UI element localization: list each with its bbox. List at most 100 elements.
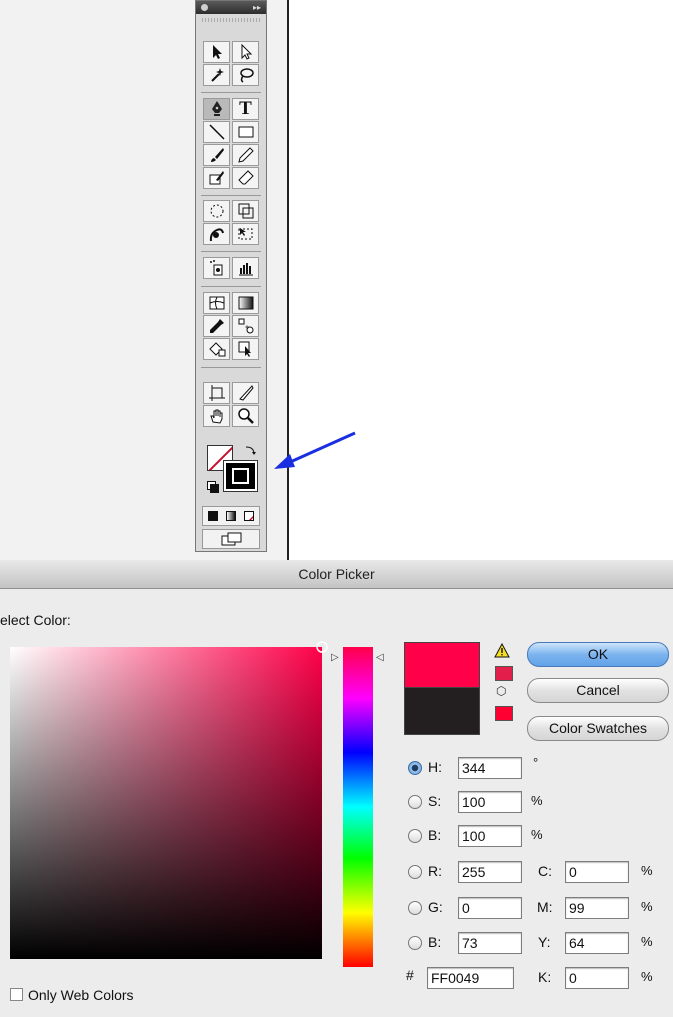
artboard-tool[interactable] [203, 382, 230, 404]
current-color-preview[interactable] [404, 687, 480, 735]
red-input[interactable]: 255 [458, 861, 522, 883]
web-safe-cube-icon[interactable]: ⬡ [496, 684, 506, 698]
type-tool[interactable]: T [232, 98, 259, 120]
lasso-icon [239, 68, 254, 83]
live-paint-bucket-tool[interactable] [203, 338, 230, 360]
blue-radio[interactable] [408, 936, 422, 950]
gradient-mode-icon[interactable] [226, 511, 236, 521]
saturation-brightness-field[interactable] [10, 641, 328, 959]
paintbrush-tool[interactable] [203, 144, 230, 166]
brightness-input[interactable]: 100 [458, 825, 522, 847]
live-paint-selection-tool[interactable] [232, 338, 259, 360]
magnifier-icon [237, 408, 254, 424]
gamut-color-swatch[interactable] [495, 666, 513, 681]
selection-tool[interactable] [203, 41, 230, 63]
percent-unit: % [641, 863, 653, 878]
magic-wand-tool[interactable] [203, 64, 230, 86]
hue-label: H: [428, 759, 442, 775]
cyan-input[interactable]: 0 [565, 861, 629, 883]
hue-radio[interactable] [408, 761, 422, 775]
blend-icon [238, 318, 253, 334]
percent-unit: % [531, 827, 543, 842]
saturation-input[interactable]: 100 [458, 791, 522, 813]
paintbrush-icon [210, 148, 224, 162]
direct-selection-tool[interactable] [232, 41, 259, 63]
color-mode-icon[interactable] [208, 511, 218, 521]
lasso-tool[interactable] [232, 64, 259, 86]
slice-tool[interactable] [232, 382, 259, 404]
eyedropper-tool[interactable] [203, 315, 230, 337]
none-mode-icon[interactable] [244, 511, 254, 521]
tool-separator [201, 195, 261, 196]
hex-input[interactable]: FF0049 [427, 967, 514, 989]
magenta-input[interactable]: 99 [565, 897, 629, 919]
yellow-label: Y: [538, 934, 551, 950]
hand-tool[interactable] [203, 405, 230, 427]
screen-mode-button[interactable] [202, 529, 260, 549]
paint-selection-icon [238, 341, 251, 357]
warp-icon [209, 228, 224, 242]
zoom-tool[interactable] [232, 405, 259, 427]
red-label: R: [428, 863, 442, 879]
swap-fill-stroke-icon[interactable] [244, 445, 258, 457]
saturation-radio[interactable] [408, 795, 422, 809]
blob-brush-tool[interactable] [203, 167, 230, 189]
hue-slider-right-arrow-icon[interactable]: ◁ [376, 652, 384, 663]
percent-unit: % [531, 793, 543, 808]
black-label: K: [538, 969, 552, 985]
saturation-label: S: [428, 793, 442, 809]
green-input[interactable]: 0 [458, 897, 522, 919]
blue-input[interactable]: 73 [458, 932, 522, 954]
canvas-area: ▸▸ T [0, 0, 673, 560]
tools-panel-titlebar[interactable]: ▸▸ [196, 1, 266, 14]
rotate-icon [210, 204, 223, 218]
dialog-title[interactable]: Color Picker [0, 560, 673, 589]
degree-unit: ° [533, 755, 539, 770]
ok-button[interactable]: OK [527, 642, 669, 667]
pencil-tool[interactable] [232, 144, 259, 166]
green-radio[interactable] [408, 901, 422, 915]
free-transform-tool[interactable] [232, 223, 259, 245]
new-color-preview [404, 642, 480, 688]
black-input[interactable]: 0 [565, 967, 629, 989]
web-safe-color-swatch[interactable] [495, 706, 513, 721]
tool-separator [201, 251, 261, 252]
cancel-button[interactable]: Cancel [527, 678, 669, 703]
out-of-gamut-warning-icon[interactable] [494, 643, 510, 658]
hue-slider-left-arrow-icon[interactable]: ▷ [331, 652, 339, 663]
panel-divider [287, 0, 289, 560]
warp-tool[interactable] [203, 223, 230, 245]
panel-grip[interactable] [202, 18, 260, 22]
rectangle-tool[interactable] [232, 121, 259, 143]
eyedropper-icon [209, 319, 224, 333]
color-swatches-button[interactable]: Color Swatches [527, 716, 669, 741]
blend-tool[interactable] [232, 315, 259, 337]
stroke-swatch[interactable] [224, 461, 257, 491]
hue-slider[interactable] [343, 647, 373, 967]
collapse-icon[interactable]: ▸▸ [253, 2, 261, 13]
hue-input[interactable]: 344 [458, 757, 522, 779]
brightness-radio[interactable] [408, 829, 422, 843]
default-fill-stroke-icon[interactable] [207, 481, 219, 493]
close-icon[interactable] [201, 4, 208, 11]
rotate-tool[interactable] [203, 200, 230, 222]
arrow-icon [212, 45, 222, 59]
free-transform-icon [238, 228, 252, 240]
symbol-sprayer-tool[interactable] [203, 257, 230, 279]
mesh-tool[interactable] [203, 292, 230, 314]
screen-mode-icon [221, 532, 242, 546]
scale-tool[interactable] [232, 200, 259, 222]
line-tool[interactable] [203, 121, 230, 143]
red-radio[interactable] [408, 865, 422, 879]
graph-tool[interactable] [232, 257, 259, 279]
tool-separator [201, 92, 261, 93]
tool-separator [201, 286, 261, 287]
gradient-tool[interactable] [232, 292, 259, 314]
only-web-colors-checkbox[interactable] [10, 988, 23, 1001]
eraser-tool[interactable] [232, 167, 259, 189]
color-marker-icon[interactable] [316, 641, 328, 653]
pen-icon [211, 101, 222, 116]
yellow-input[interactable]: 64 [565, 932, 629, 954]
pen-tool[interactable] [203, 98, 230, 120]
cyan-label: C: [538, 863, 552, 879]
